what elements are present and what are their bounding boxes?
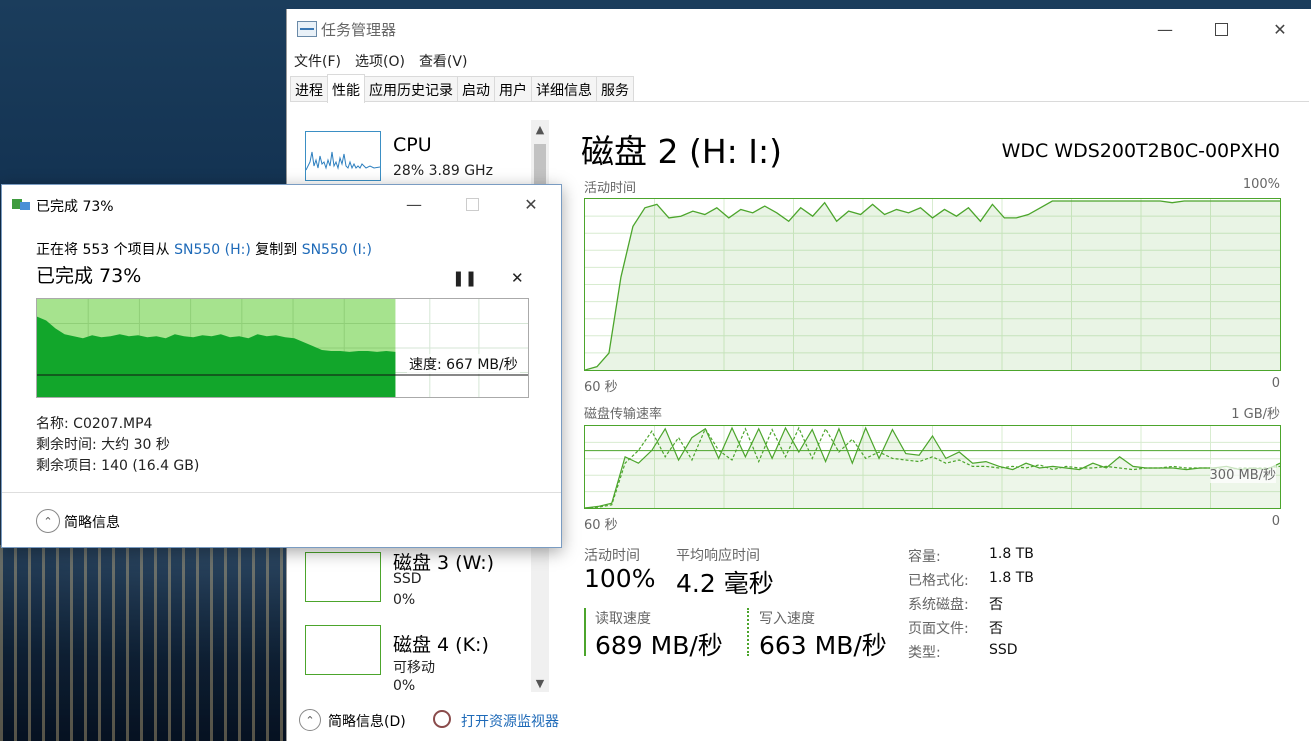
prop-label: 已格式化: bbox=[908, 573, 969, 589]
wallpaper-lights bbox=[0, 545, 290, 741]
prop-value: 1.8 TB bbox=[989, 570, 1034, 586]
window-title: 任务管理器 bbox=[321, 21, 397, 39]
prop-value: 否 bbox=[989, 597, 1003, 613]
stat-read-value: 689 MB/秒 bbox=[595, 631, 723, 660]
disk-heading: 磁盘 2 (H: I:) bbox=[581, 132, 782, 171]
menu-bar: 文件(F) 选项(O) 查看(V) bbox=[287, 49, 474, 71]
transfer-0: 0 bbox=[1271, 514, 1280, 529]
copy-speed-graph: 速度: 667 MB/秒 bbox=[36, 298, 529, 398]
dialog-title: 已完成 73% bbox=[36, 199, 114, 215]
active-time-0: 0 bbox=[1271, 376, 1280, 391]
read-indicator bbox=[584, 608, 586, 656]
disk-model: WDC WDS200T2B0C-00PXH0 bbox=[1001, 140, 1280, 162]
chevron-up-icon[interactable]: ⌃ bbox=[299, 709, 321, 731]
scroll-up-icon[interactable]: ▲ bbox=[531, 120, 549, 138]
tab-performance[interactable]: 性能 bbox=[327, 74, 365, 103]
transfer-rate-max: 1 GB/秒 bbox=[1231, 407, 1280, 422]
active-time-graph bbox=[584, 198, 1281, 371]
disk3-usage: 0% bbox=[393, 592, 416, 608]
transfer-60s: 60 秒 bbox=[584, 518, 618, 533]
disk3-type: SSD bbox=[393, 571, 422, 587]
minimize-button[interactable]: — bbox=[1145, 15, 1185, 43]
menu-view[interactable]: 查看(V) bbox=[412, 49, 475, 71]
fewer-details-link[interactable]: 简略信息(D) bbox=[328, 711, 406, 731]
prop-label: 容量: bbox=[908, 549, 941, 565]
fewer-details-button[interactable]: 简略信息 bbox=[64, 512, 120, 532]
tab-startup[interactable]: 启动 bbox=[457, 76, 495, 101]
active-time-chart bbox=[585, 199, 1280, 370]
destination-link[interactable]: SN550 (I:) bbox=[302, 242, 372, 258]
cpu-thumbnail-graph bbox=[305, 151, 381, 171]
prop-value: 1.8 TB bbox=[989, 546, 1034, 562]
active-time-max: 100% bbox=[1242, 177, 1280, 192]
stat-response-value: 4.2 毫秒 bbox=[676, 569, 774, 598]
disk4-usage: 0% bbox=[393, 678, 416, 694]
stat-active-value: 100% bbox=[584, 564, 656, 593]
scroll-down-icon[interactable]: ▼ bbox=[531, 674, 549, 692]
task-manager-icon bbox=[297, 21, 317, 37]
disk4-type: 可移动 bbox=[393, 660, 435, 676]
copy-description-prefix: 正在将 553 个项目从 bbox=[36, 242, 175, 258]
dialog-maximize-button[interactable] bbox=[452, 191, 492, 217]
active-time-label: 活动时间 bbox=[584, 181, 637, 196]
stat-active-label: 活动时间 bbox=[584, 548, 640, 564]
tab-services[interactable]: 服务 bbox=[596, 76, 634, 101]
cpu-title: CPU bbox=[393, 134, 432, 156]
active-time-area bbox=[585, 201, 1280, 370]
title-bar[interactable]: 任务管理器 — ✕ bbox=[287, 9, 1311, 49]
copy-arrow-icon bbox=[20, 202, 30, 210]
active-time-60s: 60 秒 bbox=[584, 380, 618, 395]
menu-options[interactable]: 选项(O) bbox=[348, 49, 412, 71]
cancel-icon[interactable]: ✕ bbox=[511, 269, 524, 287]
dialog-minimize-button[interactable]: — bbox=[394, 191, 434, 217]
copy-description-mid: 复制到 bbox=[250, 242, 302, 258]
cpu-thumbnail bbox=[305, 131, 381, 181]
copy-description: 正在将 553 个项目从 SN550 (H:) 复制到 SN550 (I:) bbox=[36, 239, 372, 259]
time-remaining: 剩余时间: 大约 30 秒 bbox=[36, 437, 170, 453]
tab-details[interactable]: 详细信息 bbox=[531, 76, 597, 101]
items-remaining: 剩余项目: 140 (16.4 GB) bbox=[36, 458, 200, 474]
disk3-thumbnail bbox=[305, 552, 381, 602]
stat-write-label: 写入速度 bbox=[759, 611, 815, 627]
disk4-thumbnail bbox=[305, 625, 381, 675]
close-button[interactable]: ✕ bbox=[1260, 15, 1300, 43]
disk4-title: 磁盘 4 (K:) bbox=[393, 634, 489, 656]
file-name: 名称: C0207.MP4 bbox=[36, 416, 153, 432]
prop-value: 否 bbox=[989, 621, 1003, 637]
transfer-rate-chart bbox=[585, 426, 1280, 508]
cpu-sub: 28% 3.89 GHz bbox=[393, 163, 493, 179]
transfer-rate-label: 磁盘传输速率 bbox=[584, 407, 663, 422]
stat-read-label: 读取速度 bbox=[595, 611, 651, 627]
prop-label: 类型: bbox=[908, 645, 941, 661]
source-link[interactable]: SN550 (H:) bbox=[174, 242, 251, 258]
transfer-rate-graph: 300 MB/秒 bbox=[584, 425, 1281, 509]
resource-monitor-icon bbox=[433, 710, 451, 728]
copy-speed-chart bbox=[37, 299, 528, 397]
chevron-up-icon[interactable]: ⌃ bbox=[36, 509, 60, 533]
dialog-close-button[interactable]: ✕ bbox=[511, 191, 551, 217]
open-resource-monitor-link[interactable]: 打开资源监视器 bbox=[461, 711, 559, 731]
menu-file[interactable]: 文件(F) bbox=[287, 49, 348, 71]
prop-label: 页面文件: bbox=[908, 621, 969, 637]
speed-label: 速度: 667 MB/秒 bbox=[407, 354, 520, 374]
tab-users[interactable]: 用户 bbox=[494, 76, 532, 101]
tab-processes[interactable]: 进程 bbox=[290, 76, 328, 101]
maximize-button[interactable] bbox=[1201, 15, 1241, 43]
prop-label: 系统磁盘: bbox=[908, 597, 969, 613]
tab-strip: 进程 性能 应用历史记录 启动 用户 详细信息 服务 bbox=[290, 74, 1309, 103]
stat-write-value: 663 MB/秒 bbox=[759, 631, 887, 660]
tab-app-history[interactable]: 应用历史记录 bbox=[364, 76, 458, 101]
dialog-separator bbox=[2, 492, 561, 493]
tm-footer: ⌃ 简略信息(D) 打开资源监视器 bbox=[287, 702, 1311, 734]
stat-response-label: 平均响应时间 bbox=[676, 548, 760, 564]
write-indicator bbox=[747, 608, 749, 656]
pause-icon[interactable]: ❚❚ bbox=[452, 269, 477, 287]
copy-progress-dialog: 已完成 73% — ✕ 正在将 553 个项目从 SN550 (H:) 复制到 … bbox=[1, 184, 562, 548]
transfer-rate-mid-label: 300 MB/秒 bbox=[1209, 464, 1276, 483]
prop-value: SSD bbox=[989, 642, 1018, 658]
progress-heading: 已完成 73% bbox=[36, 265, 142, 287]
